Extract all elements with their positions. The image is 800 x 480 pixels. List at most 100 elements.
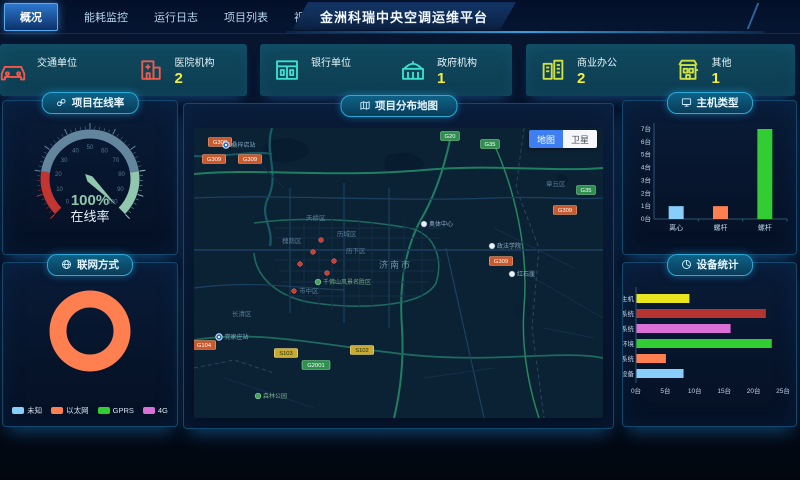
road-shield-G35: G35 [481, 140, 500, 149]
app-title: 金洲科瑞中央空调运维平台 [320, 7, 488, 26]
svg-text:天桥区: 天桥区 [306, 213, 326, 222]
svg-text:桑梓店站: 桑梓店站 [232, 141, 256, 149]
nav-tab-1[interactable]: 概况 [4, 3, 58, 31]
svg-text:30: 30 [61, 158, 68, 164]
device-stats-bar-chart: 主机泵系统阀系统小环境热系统量设备0台5台10台15台20台25台 [623, 285, 796, 413]
top-nav: 概况能耗监控运行日志项目列表视频监控 金洲科瑞中央空调运维平台 [0, 0, 800, 34]
svg-text:在线率: 在线率 [70, 209, 109, 224]
nav-tab-3[interactable]: 运行日志 [154, 9, 198, 25]
svg-text:济南市: 济南市 [379, 259, 412, 270]
stat-item-hospital: 医院机构2 [124, 44, 248, 96]
legend-label: 以太网 [66, 405, 89, 416]
road-shield-G2001: G2001 [302, 361, 330, 370]
stat-item-building: 其他1 [661, 44, 796, 96]
stat-label: 银行单位 [311, 54, 351, 69]
app-title-box: 金洲科瑞中央空调运维平台 [292, 2, 516, 30]
online-rate-gauge: 0102030405060708090100100%在线率 [15, 115, 165, 245]
legend-item-以太网[interactable]: 以太网 [51, 405, 89, 416]
panel-online-rate-header: 项目在线率 [42, 92, 139, 114]
map-toggle-satellite[interactable]: 卫星 [563, 130, 597, 148]
government-icon [398, 55, 428, 85]
svg-text:5台: 5台 [641, 150, 651, 159]
svg-text:G104: G104 [197, 343, 212, 349]
svg-text:70: 70 [113, 158, 120, 164]
svg-text:90: 90 [117, 187, 124, 193]
svg-text:100: 100 [108, 200, 119, 206]
nav-underline [286, 31, 764, 33]
network-legend: 未知 以太网 GPRS 4G [3, 405, 177, 416]
stat-item-government: 政府机构1 [386, 44, 512, 96]
road-shield-G309: G309 [489, 257, 512, 266]
stat-value [311, 70, 351, 87]
road-shield-G20: G20 [441, 132, 460, 141]
panel-title: 项目在线率 [72, 95, 125, 110]
svg-text:泵系统: 泵系统 [623, 309, 635, 318]
stat-card-1: 交通单位医院机构2 [0, 44, 247, 96]
road-shield-S103: S103 [274, 349, 297, 358]
nav-tab-list: 概况能耗监控运行日志项目列表视频监控 [4, 0, 338, 33]
nav-tab-2[interactable]: 能耗监控 [84, 9, 128, 25]
panel-online-rate: 项目在线率 0102030405060708090100100%在线率 [2, 100, 178, 255]
svg-text:60: 60 [101, 148, 108, 154]
stat-value: 1 [712, 70, 732, 87]
stat-label: 医院机构 [175, 54, 215, 69]
map-toggle-map[interactable]: 地图 [529, 130, 563, 148]
project-dot[interactable] [311, 250, 316, 255]
stat-value: 2 [175, 70, 215, 87]
svg-text:50: 50 [87, 145, 94, 151]
panel-title: 项目分布地图 [375, 98, 438, 113]
svg-text:市中区: 市中区 [299, 286, 319, 295]
project-dot[interactable] [298, 262, 303, 267]
svg-text:螺杆: 螺杆 [714, 223, 728, 232]
car-icon [0, 55, 28, 85]
svg-text:0: 0 [66, 200, 70, 206]
poi-marker[interactable]: 千佛山风景名胜区 [315, 278, 371, 286]
svg-text:章丘区: 章丘区 [546, 179, 566, 188]
legend-item-GPRS[interactable]: GPRS [98, 405, 134, 416]
building-icon [673, 55, 703, 85]
svg-text:S103: S103 [279, 351, 293, 357]
svg-text:历下区: 历下区 [346, 247, 366, 255]
station-marker[interactable]: 桑梓店站 [223, 141, 256, 149]
panel-title: 主机类型 [697, 95, 739, 110]
project-dot[interactable] [325, 271, 330, 276]
link-icon [56, 97, 67, 108]
legend-label: 未知 [27, 405, 42, 416]
svg-text:主机: 主机 [623, 294, 635, 303]
stat-card-3: 商业办公2其他1 [526, 44, 795, 96]
host-type-bar-chart: 0台1台2台3台4台5台6台7台离心螺杆螺杆 [627, 115, 792, 245]
svg-text:G35: G35 [581, 188, 592, 194]
svg-text:80: 80 [118, 172, 125, 178]
svg-text:长清区: 长清区 [232, 309, 252, 318]
svg-text:奥体中心: 奥体中心 [429, 220, 453, 228]
project-dot[interactable] [319, 238, 324, 243]
pie-stats-icon [681, 259, 692, 270]
legend-swatch [98, 407, 110, 414]
svg-text:离心: 离心 [669, 223, 683, 232]
svg-text:S102: S102 [355, 348, 369, 354]
legend-label: GPRS [113, 406, 134, 415]
svg-text:0台: 0台 [631, 386, 641, 395]
map-type-toggle: 地图卫星 [529, 130, 597, 148]
svg-text:3台: 3台 [641, 175, 651, 184]
svg-text:阀系统: 阀系统 [623, 324, 635, 333]
svg-text:G2001: G2001 [307, 363, 324, 369]
project-dot[interactable] [332, 259, 337, 264]
svg-text:G309: G309 [207, 157, 221, 163]
stat-value: 1 [437, 70, 477, 87]
panel-device-stats-header: 设备统计 [667, 254, 753, 276]
nav-tab-4[interactable]: 项目列表 [224, 9, 268, 25]
project-dot[interactable] [292, 289, 297, 294]
svg-text:10: 10 [56, 187, 63, 193]
svg-text:政法学院: 政法学院 [497, 242, 521, 250]
panel-host-type-header: 主机类型 [667, 92, 753, 114]
project-distribution-map[interactable]: 济南市天桥区历城区槐荫区历下区市中区长清区章丘区G308G309G309G309… [194, 128, 603, 418]
svg-text:红石崖: 红石崖 [517, 270, 535, 278]
legend-item-未知[interactable]: 未知 [12, 405, 42, 416]
panel-project-map: 项目分布地图 济南市天桥区历城区槐荫区历下区市中区长清区章丘区G308G309G… [183, 103, 614, 429]
legend-item-4G[interactable]: 4G [143, 405, 168, 416]
svg-text:0台: 0台 [641, 214, 651, 223]
station-marker[interactable]: 党家庄站 [216, 333, 249, 341]
svg-text:千佛山风景名胜区: 千佛山风景名胜区 [323, 278, 371, 286]
svg-text:历城区: 历城区 [337, 230, 357, 238]
